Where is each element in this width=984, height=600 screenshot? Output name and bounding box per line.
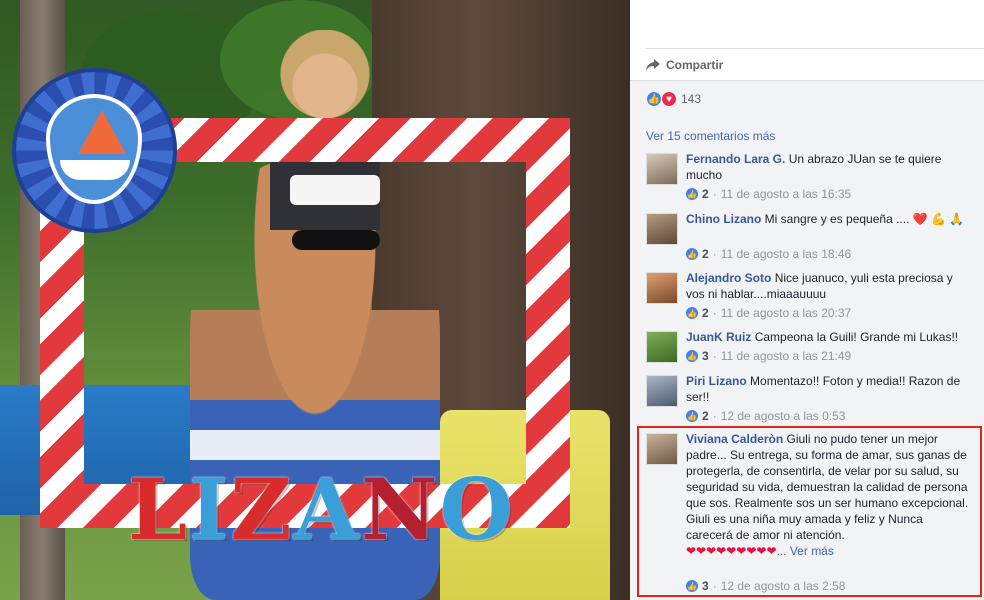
comment-meta: 👍 2 · 12 de agosto a las 0:53 (686, 409, 846, 423)
post-photo[interactable]: L I Z A N O (0, 0, 630, 600)
highlight-box (637, 426, 982, 597)
comment-author[interactable]: Chino Lizano (686, 212, 761, 226)
like-icon: 👍 (686, 410, 698, 422)
timestamp[interactable]: 11 de agosto a las 21:49 (721, 349, 852, 363)
sailboat-icon (46, 94, 142, 204)
timestamp[interactable]: 11 de agosto a las 16:35 (721, 187, 852, 201)
reaction-summary[interactable]: 👍 ♥ 143 (646, 91, 701, 107)
sailboat-rosette (12, 68, 177, 233)
name-letters: L I Z A N O (128, 460, 513, 560)
share-button[interactable]: Compartir (646, 56, 723, 74)
like-icon: 👍 (646, 91, 662, 107)
love-icon: ♥ (661, 91, 677, 107)
comment-text: Chino Lizano Mi sangre y es pequeña ....… (686, 211, 972, 227)
like-count[interactable]: 2 (702, 187, 709, 201)
letter: I (189, 460, 229, 559)
avatar[interactable] (646, 153, 678, 185)
view-more-comments-link[interactable]: Ver 15 comentarios más (646, 129, 775, 143)
divider (646, 48, 984, 49)
avatar[interactable] (646, 375, 678, 407)
avatar[interactable] (646, 272, 678, 304)
comment-author[interactable]: Piri Lizano (686, 374, 747, 388)
like-icon: 👍 (686, 188, 698, 200)
like-count[interactable]: 2 (702, 306, 709, 320)
timestamp[interactable]: 11 de agosto a las 18:46 (721, 247, 852, 261)
like-icon: 👍 (686, 248, 698, 260)
comment-message: Mi sangre y es pequeña .... (764, 212, 910, 226)
letter: Z (230, 460, 292, 559)
comment-meta: 👍 3 · 11 de agosto a las 21:49 (686, 349, 852, 363)
like-icon: 👍 (686, 307, 698, 319)
reaction-count: 143 (681, 92, 702, 106)
letter: O (439, 460, 513, 559)
like-icon: 👍 (686, 350, 698, 362)
share-icon (646, 59, 660, 71)
comment-meta: 👍 2 · 11 de agosto a las 20:37 (686, 306, 852, 320)
comment-text: Piri Lizano Momentazo!! Foton y media!! … (686, 373, 972, 405)
emoji-reaction: ❤️ 💪 🙏 (912, 212, 965, 226)
avatar[interactable] (646, 213, 678, 245)
like-count[interactable]: 2 (702, 409, 709, 423)
comment-text: Alejandro Soto Nice juanuco, yuli esta p… (686, 270, 972, 302)
comment-meta: 👍 2 · 11 de agosto a las 18:46 (686, 247, 852, 261)
comment-text: JuanK Ruiz Campeona la Guili! Grande mi … (686, 329, 972, 345)
comment-author[interactable]: Fernando Lara G. (686, 152, 785, 166)
comment-author[interactable]: Alejandro Soto (686, 271, 771, 285)
avatar[interactable] (646, 331, 678, 363)
comment-text: Fernando Lara G. Un abrazo JUan se te qu… (686, 151, 972, 183)
share-label: Compartir (666, 58, 724, 72)
like-count[interactable]: 2 (702, 247, 709, 261)
timestamp[interactable]: 12 de agosto a las 0:53 (721, 409, 846, 423)
letter: L (128, 460, 188, 559)
letter: A (293, 460, 359, 559)
timestamp[interactable]: 11 de agosto a las 20:37 (721, 306, 852, 320)
letter: N (360, 460, 438, 559)
comment-meta: 👍 2 · 11 de agosto a las 16:35 (686, 187, 852, 201)
like-count[interactable]: 3 (702, 349, 709, 363)
comment-message: Campeona la Guili! Grande mi Lukas!! (754, 330, 959, 344)
comment-author[interactable]: JuanK Ruiz (686, 330, 751, 344)
